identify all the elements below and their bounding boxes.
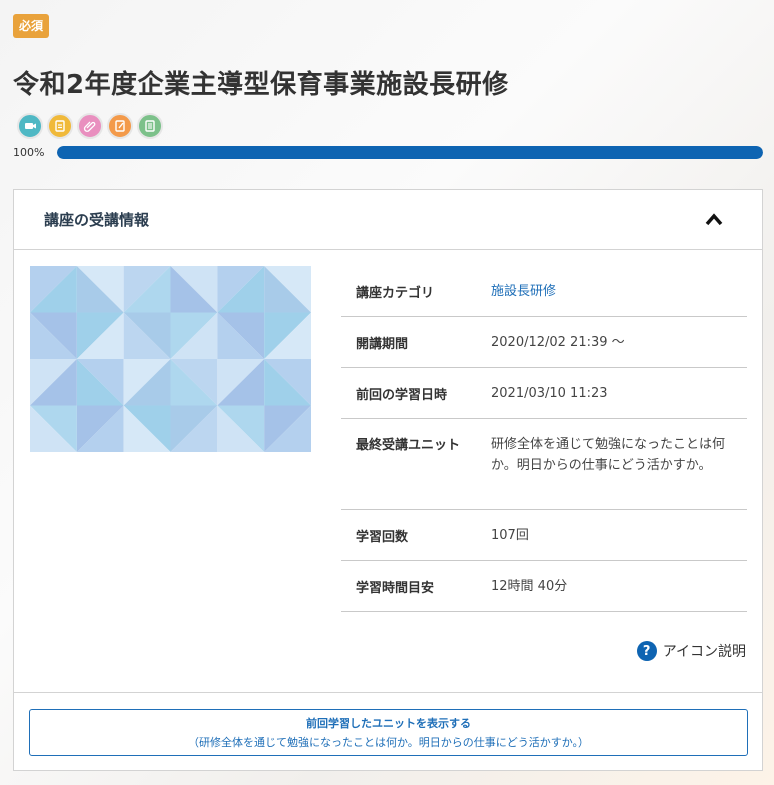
progress-percentage: 100% — [13, 146, 45, 159]
course-info-panel: 講座の受講情報 講座カテゴリ 施設長研修 開講期間 2020/12/02 21:… — [13, 189, 763, 771]
resume-button-label: 前回学習したユニットを表示する — [306, 717, 471, 730]
info-row-study-count: 学習回数 107回 — [341, 510, 747, 561]
attachment-icon — [77, 113, 103, 139]
info-value: 2021/03/10 11:23 — [491, 385, 608, 401]
content-type-icons — [17, 113, 163, 139]
info-value: 研修全体を通じて勉強になったことは何か。明日からの仕事にどう活かすか。 — [491, 437, 726, 473]
info-value: 12時間 40分 — [491, 578, 568, 594]
collapse-toggle-icon[interactable] — [702, 208, 726, 232]
progress-bar — [57, 146, 763, 159]
category-link[interactable]: 施設長研修 — [491, 281, 747, 302]
progress-bar-fill — [57, 146, 763, 159]
course-info-table: 講座カテゴリ 施設長研修 開講期間 2020/12/02 21:39 ～ 前回の… — [341, 266, 747, 612]
course-progress: 100% — [13, 146, 763, 159]
info-row-category: 講座カテゴリ 施設長研修 — [341, 266, 747, 317]
info-label: 開講期間 — [356, 336, 409, 352]
info-label: 学習回数 — [356, 529, 409, 545]
course-thumbnail — [30, 266, 311, 452]
info-row-study-time: 学習時間目安 12時間 40分 — [341, 561, 747, 612]
info-value: 107回 — [491, 527, 529, 543]
page-title: 令和2年度企業主導型保育事業施設長研修 — [13, 70, 509, 100]
video-icon — [17, 113, 43, 139]
info-label: 学習時間目安 — [356, 580, 435, 596]
info-value: 2020/12/02 21:39 ～ — [491, 334, 625, 350]
divider — [14, 692, 762, 693]
info-row-last-unit: 最終受講ユニット 研修全体を通じて勉強になったことは何か。明日からの仕事にどう活… — [341, 419, 747, 510]
question-icon: ? — [636, 641, 657, 661]
report-icon — [107, 113, 133, 139]
icon-legend-link[interactable]: ? アイコン説明 — [636, 641, 746, 661]
course-info-title: 講座の受講情報 — [44, 211, 150, 229]
course-info-header: 講座の受講情報 — [14, 190, 762, 250]
info-row-last-study: 前回の学習日時 2021/03/10 11:23 — [341, 368, 747, 419]
info-label: 講座カテゴリ — [356, 285, 435, 301]
test-icon — [137, 113, 163, 139]
resume-last-unit-button[interactable]: 前回学習したユニットを表示する （研修全体を通じて勉強になったことは何か。明日か… — [29, 709, 748, 756]
document-icon — [47, 113, 73, 139]
info-label: 最終受講ユニット — [356, 438, 461, 453]
icon-legend-label: アイコン説明 — [662, 644, 746, 660]
required-badge: 必須 — [13, 14, 50, 38]
resume-button-sublabel: （研修全体を通じて勉強になったことは何か。明日からの仕事にどう活かすか。） — [187, 736, 590, 749]
info-label: 前回の学習日時 — [356, 387, 448, 403]
info-row-period: 開講期間 2020/12/02 21:39 ～ — [341, 317, 747, 368]
